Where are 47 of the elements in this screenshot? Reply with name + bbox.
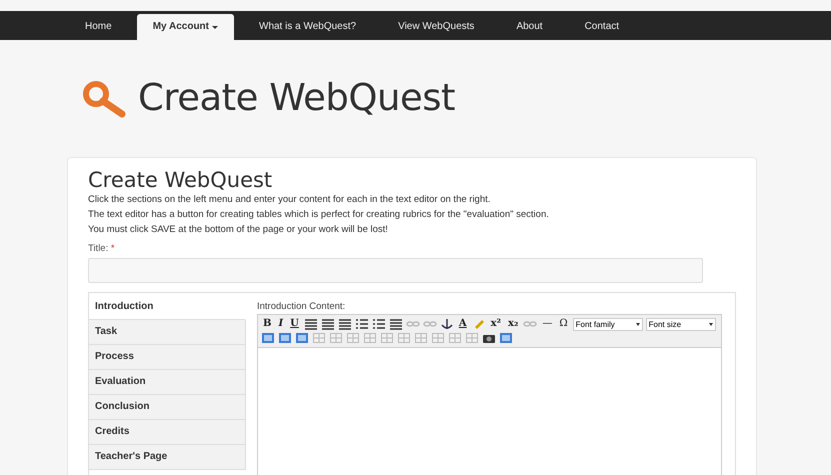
image-icon[interactable] bbox=[278, 332, 292, 344]
format-button[interactable]: — bbox=[540, 318, 554, 330]
align-icon[interactable] bbox=[338, 318, 352, 330]
format-button[interactable]: B bbox=[261, 318, 274, 330]
required-mark: * bbox=[110, 243, 115, 254]
nav-link[interactable]: My Account bbox=[136, 14, 234, 40]
magnifier-icon bbox=[82, 80, 126, 120]
instruction-text: Click the sections on the left menu and enter your content for each in the text editor on the right. bbox=[88, 193, 492, 207]
nav-link[interactable]: Contact bbox=[568, 14, 636, 40]
nav-link[interactable]: Home bbox=[68, 14, 129, 40]
format-button[interactable]: x₂ bbox=[506, 318, 520, 330]
list-icon[interactable] bbox=[372, 318, 386, 330]
format-button[interactable]: A bbox=[456, 318, 469, 330]
section-tab[interactable]: Evaluation bbox=[89, 370, 246, 395]
nav-link[interactable]: About bbox=[499, 14, 560, 40]
image-icon[interactable] bbox=[295, 332, 309, 344]
page-title: Create WebQuest bbox=[138, 76, 455, 118]
list-icon[interactable] bbox=[354, 318, 369, 330]
format-button[interactable]: x² bbox=[488, 318, 503, 330]
instruction-text: The text editor has a button for creating tables which is perfect for creating rubrics for the "evaluation" section. bbox=[88, 208, 550, 222]
dropdown[interactable]: Font size bbox=[646, 318, 716, 330]
nav-link[interactable]: What is a WebQuest? bbox=[242, 14, 374, 40]
caret-icon bbox=[636, 322, 640, 326]
section-tab[interactable]: Credits bbox=[89, 420, 246, 445]
align-icon[interactable] bbox=[388, 318, 403, 330]
form-heading: Create WebQuest bbox=[88, 168, 274, 192]
caret-icon bbox=[708, 322, 713, 326]
title-field[interactable] bbox=[88, 258, 703, 283]
align-icon[interactable] bbox=[304, 318, 318, 330]
dropdown[interactable]: Font family bbox=[572, 318, 643, 330]
table-icon[interactable] bbox=[414, 332, 428, 344]
section-tab[interactable]: Conclusion bbox=[89, 395, 246, 420]
field-label: Title: bbox=[88, 243, 108, 254]
editor-label: Introduction Content: bbox=[257, 301, 346, 312]
section-tab[interactable]: Teacher's Page bbox=[89, 445, 246, 470]
section-tab[interactable]: Process bbox=[89, 345, 246, 370]
format-button[interactable]: Ω bbox=[557, 318, 570, 330]
image-icon[interactable] bbox=[499, 332, 513, 344]
instruction-text: You must click SAVE at the bottom of the page or your work will be lost! bbox=[88, 223, 389, 237]
format-button[interactable]: U bbox=[288, 318, 301, 330]
anchor-icon[interactable] bbox=[440, 318, 454, 330]
align-icon[interactable] bbox=[320, 318, 335, 330]
image-icon[interactable] bbox=[261, 332, 275, 344]
camera-icon[interactable] bbox=[482, 332, 496, 344]
nav-link[interactable]: View WebQuests bbox=[381, 14, 492, 40]
format-button[interactable]: I bbox=[276, 318, 286, 330]
section-tab[interactable]: Task bbox=[89, 320, 246, 345]
